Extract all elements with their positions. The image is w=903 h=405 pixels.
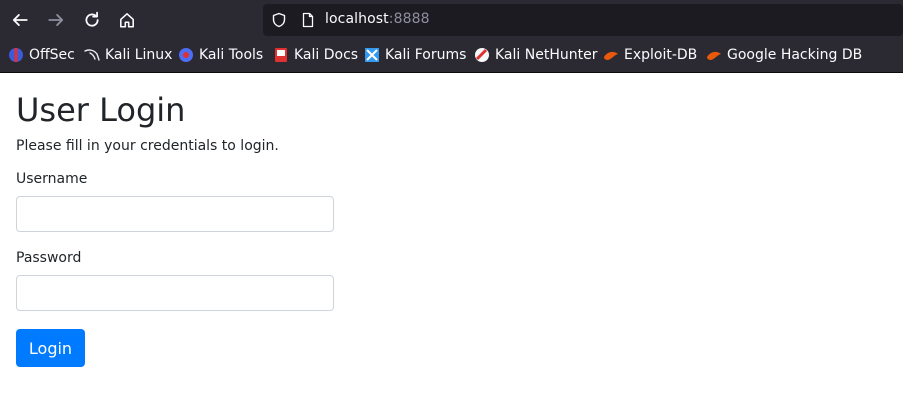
url-bar[interactable]: localhost:8888 <box>263 4 903 36</box>
url-text[interactable]: localhost:8888 <box>325 11 430 27</box>
bookmark-label: Exploit-DB <box>624 47 698 63</box>
page-info-icon[interactable] <box>300 12 316 28</box>
login-button[interactable]: Login <box>16 329 85 367</box>
kali-tools-icon <box>179 48 193 62</box>
back-button[interactable] <box>8 8 32 32</box>
url-host: localhost <box>325 11 389 27</box>
username-input[interactable] <box>16 196 334 232</box>
forward-arrow-icon <box>48 14 64 26</box>
reload-icon <box>85 11 99 27</box>
bookmark-kali-tools[interactable]: Kali Tools <box>178 47 263 63</box>
bookmark-label: Google Hacking DB <box>727 47 863 63</box>
bookmark-label: Kali Docs <box>294 47 359 63</box>
kali-forums-icon <box>365 48 379 62</box>
forward-button[interactable] <box>44 8 68 32</box>
bookmark-label: OffSec <box>29 47 75 63</box>
bookmark-exploit-db[interactable]: Exploit-DB <box>603 47 697 63</box>
bookmark-label: Kali Linux <box>105 47 173 63</box>
bookmark-kali-nethunter[interactable]: Kali NetHunter <box>474 47 597 63</box>
bookmark-label: Kali NetHunter <box>495 47 598 63</box>
exploit-db-icon <box>604 51 618 60</box>
home-icon <box>120 13 134 28</box>
bookmarks-toolbar: OffSec Kali Linux Kali Tools Kali Docs K… <box>0 40 903 73</box>
bookmark-offsec[interactable]: OffSec <box>8 47 75 63</box>
bookmark-kali-linux[interactable]: Kali Linux <box>84 47 172 63</box>
kali-docs-icon <box>275 48 287 62</box>
password-input[interactable] <box>16 275 334 311</box>
bookmark-label: Kali Tools <box>199 47 264 63</box>
username-label: Username <box>16 171 88 187</box>
reload-button[interactable] <box>80 8 104 32</box>
url-port: :8888 <box>388 11 430 27</box>
bookmark-label: Kali Forums <box>385 47 467 63</box>
password-label: Password <box>16 250 82 266</box>
kali-nethunter-icon <box>475 48 489 62</box>
login-instructions: Please fill in your credentials to login… <box>16 138 279 154</box>
bookmark-kali-forums[interactable]: Kali Forums <box>364 47 466 63</box>
browser-toolbar: localhost:8888 <box>0 0 903 40</box>
back-arrow-icon <box>12 14 28 26</box>
offsec-icon <box>9 48 23 62</box>
tracking-protection-shield-icon[interactable] <box>271 12 287 28</box>
page-title: User Login <box>16 91 186 129</box>
bookmark-google-hacking-db[interactable]: Google Hacking DB <box>706 47 862 63</box>
bookmark-kali-docs[interactable]: Kali Docs <box>273 47 358 63</box>
kali-dragon-icon <box>84 49 100 61</box>
ghdb-icon <box>707 51 721 60</box>
home-button[interactable] <box>115 8 139 32</box>
login-page: User Login <box>16 91 185 129</box>
